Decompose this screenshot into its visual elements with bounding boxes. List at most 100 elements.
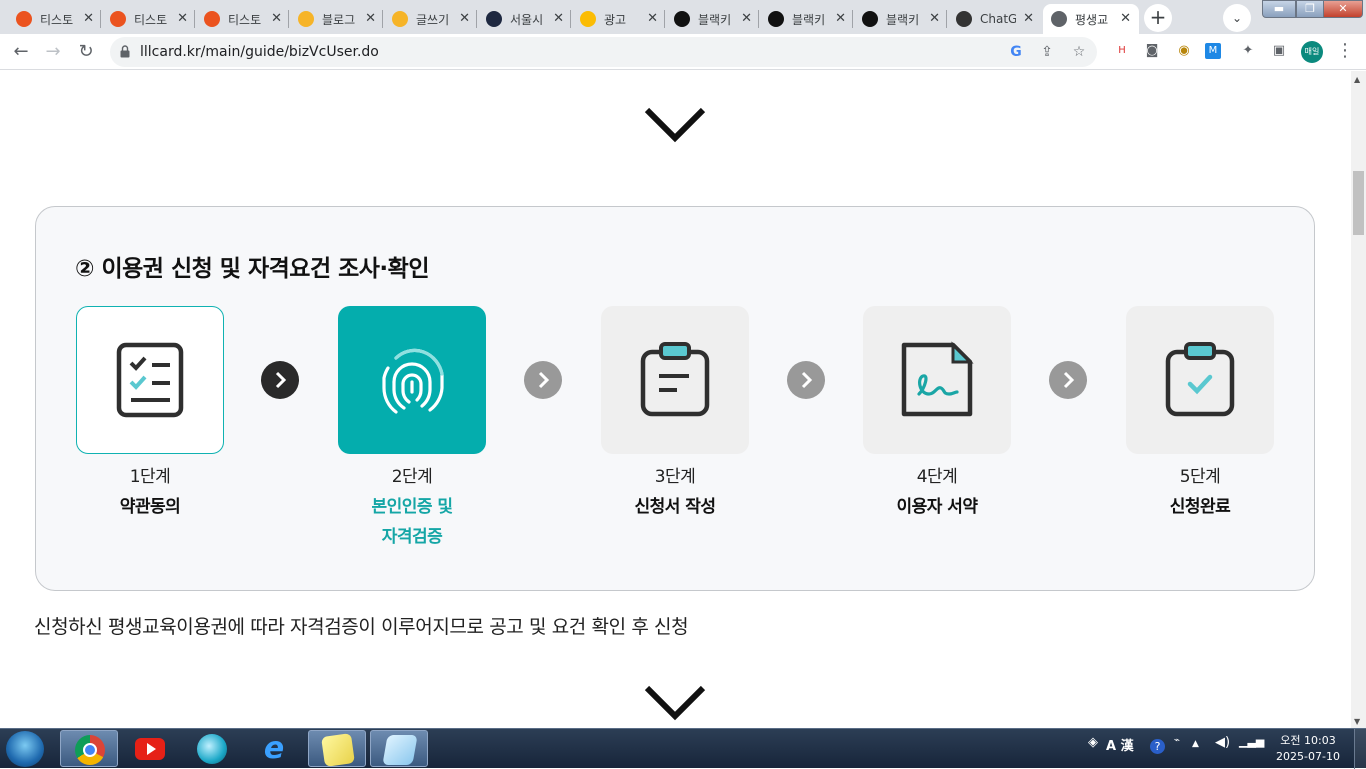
tab-3[interactable]: 티스토 ✕ (196, 4, 290, 34)
profile-avatar[interactable]: 매일 (1301, 41, 1323, 63)
pm-icon (392, 11, 408, 27)
tab-11[interactable]: ChatG ✕ (948, 4, 1042, 34)
taskbar-browser-app[interactable] (183, 730, 241, 767)
close-tab-icon[interactable]: ✕ (271, 11, 282, 26)
tab-7[interactable]: 광고 ✕ (572, 4, 666, 34)
taskbar-chrome[interactable] (60, 730, 118, 767)
browser-toolbar: ← → ↻ lllcard.kr/main/guide/bizVcUser.do… (0, 34, 1366, 70)
show-desktop-button[interactable] (1354, 729, 1366, 769)
clipboard-icon (640, 342, 710, 417)
close-tab-icon[interactable]: ✕ (647, 11, 658, 26)
tab-title: 블랙키 (792, 12, 826, 27)
tray-expand-icon[interactable]: ▲ (1192, 739, 1199, 749)
url-text[interactable]: lllcard.kr/main/guide/bizVcUser.do (140, 44, 379, 60)
vertical-scrollbar[interactable]: ▲ ▼ (1351, 71, 1366, 728)
tab-9[interactable]: 블랙키 ✕ (760, 4, 854, 34)
taskbar-internet-explorer[interactable]: e (245, 730, 303, 767)
close-tab-icon[interactable]: ✕ (177, 11, 188, 26)
scroll-up-icon[interactable]: ▲ (1354, 75, 1360, 84)
clock-date: 2025-07-10 (1276, 750, 1340, 763)
system-clock[interactable]: 오전 10:03 2025-07-10 (1266, 733, 1350, 765)
step-1-label: 약관동의 (119, 497, 181, 517)
start-button[interactable] (6, 731, 44, 767)
minimize-button[interactable]: ▬ (1262, 0, 1296, 18)
scroll-down-icon[interactable]: ▼ (1354, 717, 1360, 726)
share-icon[interactable]: ⇪ (1037, 42, 1057, 62)
ime-indicator[interactable]: A 漢 (1106, 735, 1134, 754)
volume-icon[interactable]: ◀) (1215, 735, 1230, 750)
close-tab-icon[interactable]: ✕ (741, 11, 752, 26)
bookmark-star-icon[interactable]: ☆ (1069, 42, 1089, 62)
step-3-number: 3단계 (654, 467, 696, 487)
b-icon (862, 11, 878, 27)
tab-separator (476, 10, 477, 28)
step-1-number: 1단계 (129, 467, 171, 487)
tab-5[interactable]: 글쓰기 ✕ (384, 4, 478, 34)
step-2-label-line2: 자격검증 (381, 527, 443, 547)
section-title: ② 이용권 신청 및 자격요건 조사·확인 (75, 256, 430, 282)
maximize-button[interactable]: ❐ (1296, 0, 1324, 18)
b-icon (768, 11, 784, 27)
back-icon[interactable]: ← (9, 40, 33, 64)
step-4-number: 4단계 (916, 467, 958, 487)
puzzle-extensions-icon[interactable]: ✦ (1237, 40, 1259, 62)
d-icon (486, 11, 502, 27)
tab-separator (852, 10, 853, 28)
tab-4[interactable]: 블로그 ✕ (290, 4, 384, 34)
close-tab-icon[interactable]: ✕ (365, 11, 376, 26)
kebab-menu-icon[interactable]: ⋮ (1336, 41, 1354, 63)
chevron-right-icon (538, 371, 550, 389)
help-icon[interactable]: ? (1150, 739, 1165, 754)
close-tab-icon[interactable]: ✕ (929, 11, 940, 26)
fingerprint-icon (382, 348, 444, 414)
reload-icon[interactable]: ↻ (74, 40, 98, 64)
new-tab-button[interactable]: + (1144, 4, 1172, 32)
google-translate-icon[interactable]: G (1006, 42, 1026, 62)
tab-separator (946, 10, 947, 28)
camera-extension-icon[interactable]: ◙ (1141, 40, 1163, 62)
address-bar[interactable]: lllcard.kr/main/guide/bizVcUser.do G ⇪ ☆ (110, 37, 1097, 67)
step-5-label: 신청완료 (1169, 497, 1231, 517)
m-extension-icon[interactable]: M (1205, 43, 1221, 59)
step-3-tile (601, 306, 749, 454)
chevron-down-icon (644, 685, 706, 721)
step-arrow-2 (524, 361, 562, 399)
tab-10[interactable]: 블랙키 ✕ (854, 4, 948, 34)
google-ads-icon (580, 11, 596, 27)
side-panel-icon[interactable]: ▣ (1268, 40, 1290, 62)
network-status-icon[interactable]: ◈ (1088, 735, 1098, 750)
close-tab-icon[interactable]: ✕ (83, 11, 94, 26)
signal-icon[interactable]: ▁▃▅ (1239, 735, 1264, 748)
tab-8[interactable]: 블랙키 ✕ (666, 4, 760, 34)
forward-icon[interactable]: → (41, 40, 65, 64)
step-2-number: 2단계 (391, 467, 433, 487)
tab-6[interactable]: 서울시 ✕ (478, 4, 572, 34)
tab-2[interactable]: 티스토 ✕ (102, 4, 196, 34)
tab-title: 서울시 (510, 12, 544, 27)
extension-tag-icon[interactable]: H (1111, 40, 1133, 62)
taskbar-youtube[interactable] (121, 730, 179, 767)
coin-extension-icon[interactable]: ◉ (1173, 40, 1195, 62)
tab-12[interactable]: 평생교 ✕ (1043, 4, 1139, 34)
close-tab-icon[interactable]: ✕ (459, 11, 470, 26)
taskbar-snipping-tool[interactable] (370, 730, 428, 767)
clock-time: 오전 10:03 (1280, 734, 1336, 747)
ime-options-icon[interactable]: ⌁ (1174, 735, 1180, 746)
tab-title: 티스토 (228, 12, 262, 27)
close-tab-icon[interactable]: ✕ (1023, 11, 1034, 26)
tab-title: 글쓰기 (416, 12, 450, 27)
close-tab-icon[interactable]: ✕ (553, 11, 564, 26)
tab-separator (570, 10, 571, 28)
tab-1[interactable]: 티스토 ✕ (8, 4, 102, 34)
close-tab-icon[interactable]: ✕ (1120, 11, 1131, 26)
tab-search-button[interactable]: ⌄ (1223, 4, 1251, 32)
windows-taskbar: e ◈ A 漢 ? ⌁ ▲ ◀) ▁▃▅ 오전 10:03 2025-07-10 (0, 728, 1366, 769)
scrollbar-thumb[interactable] (1353, 171, 1364, 235)
tab-separator (100, 10, 101, 28)
tab-title: 평생교 (1075, 12, 1109, 27)
taskbar-sticky-notes[interactable] (308, 730, 366, 767)
close-window-button[interactable]: ✕ (1323, 0, 1363, 18)
tab-title: 블랙키 (698, 12, 732, 27)
close-tab-icon[interactable]: ✕ (835, 11, 846, 26)
lock-icon[interactable] (120, 45, 130, 58)
